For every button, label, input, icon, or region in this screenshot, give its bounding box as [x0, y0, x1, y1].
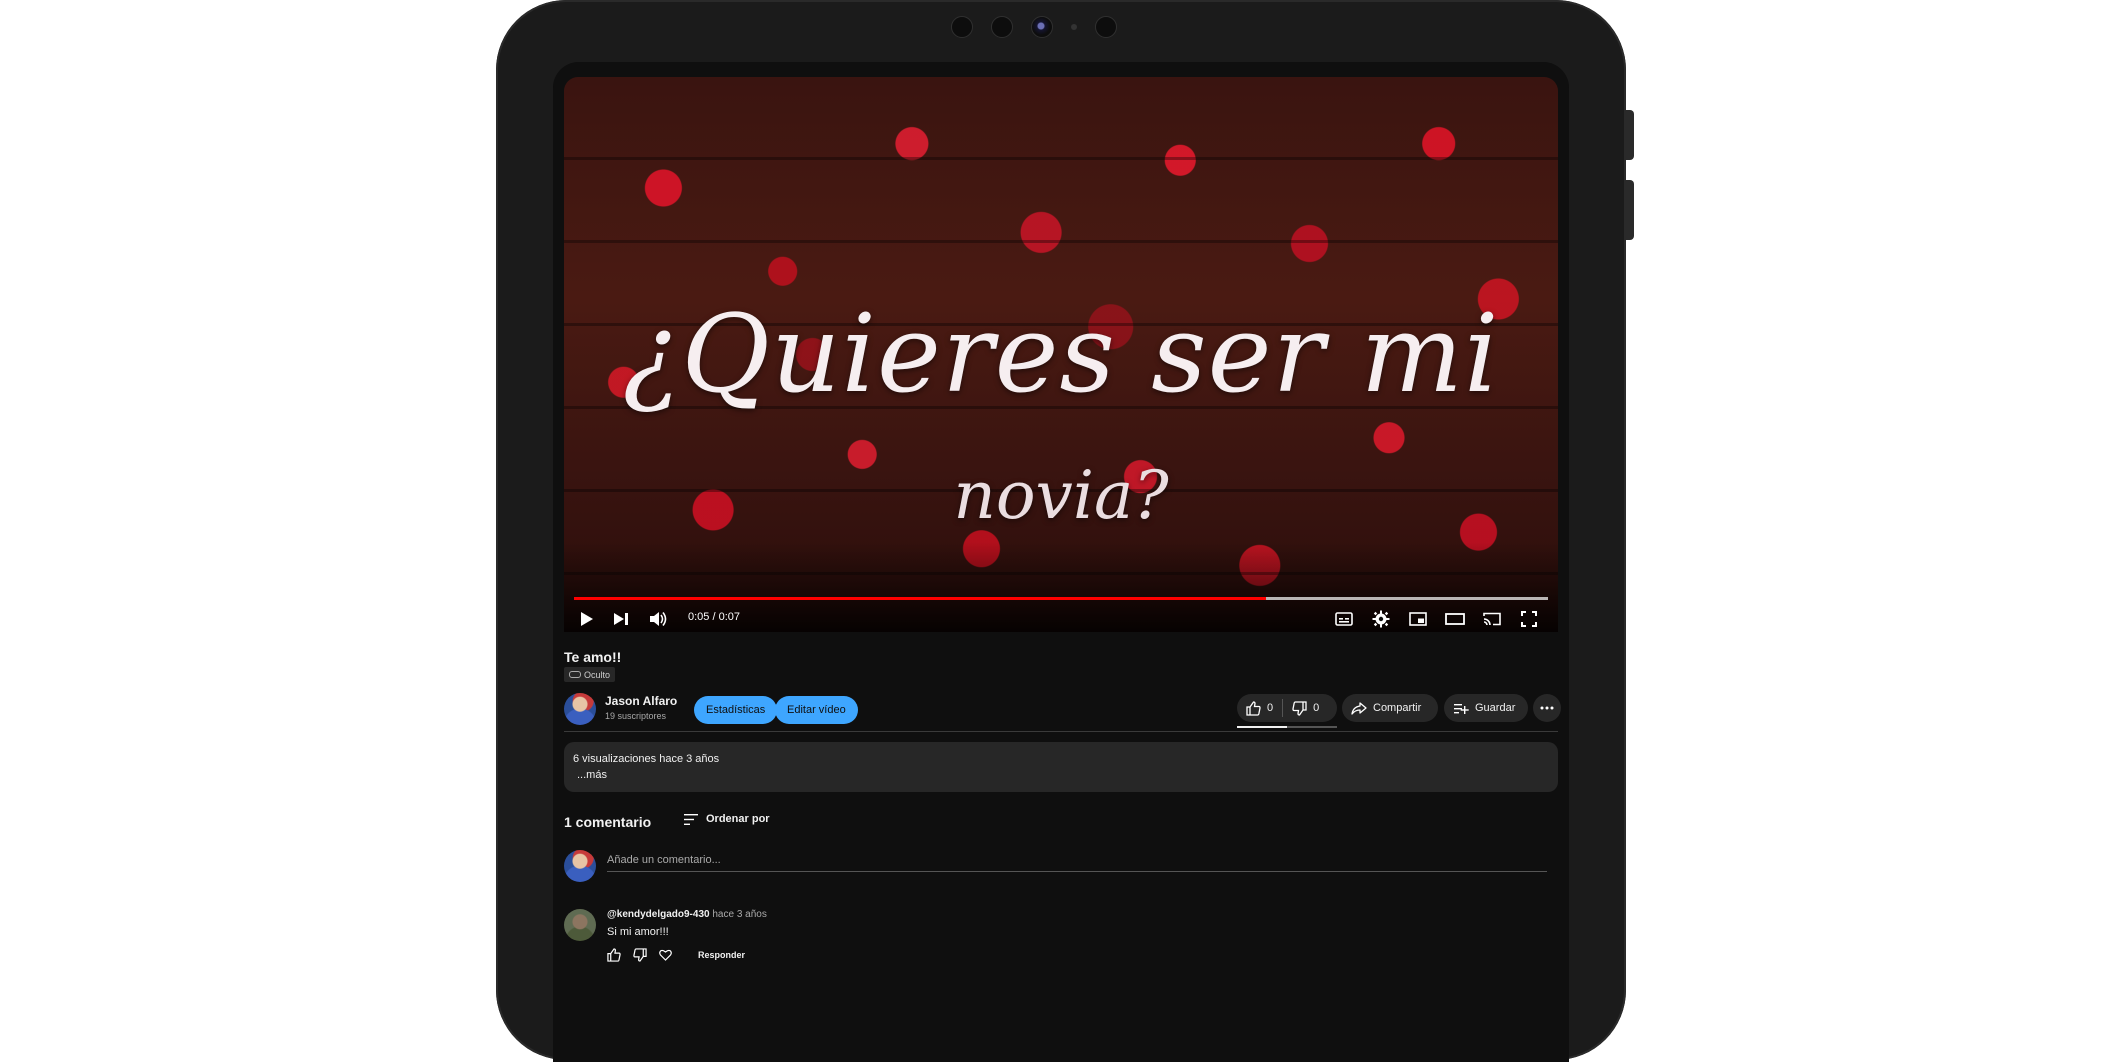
- comment-actions: Responder: [607, 948, 745, 962]
- volume-icon: [650, 612, 667, 626]
- progress-fill: [574, 597, 1266, 600]
- theater-mode-icon: [1445, 613, 1465, 625]
- fullscreen-button[interactable]: [1517, 605, 1541, 632]
- tablet-frame: ¿Quieres ser mi novia? 0:05 / 0:07 Te am…: [496, 0, 1634, 1062]
- view-count-and-date: 6 visualizaciones hace 3 años: [573, 753, 720, 765]
- camera-array: [951, 16, 1117, 38]
- section-divider: [564, 731, 1558, 732]
- link-icon: [569, 671, 581, 678]
- screen: ¿Quieres ser mi novia? 0:05 / 0:07 Te am…: [553, 62, 1569, 1062]
- play-button[interactable]: [576, 605, 598, 632]
- like-ratio-fill: [1237, 726, 1287, 728]
- cast-button[interactable]: [1480, 605, 1504, 632]
- more-actions-button[interactable]: [1533, 694, 1561, 722]
- sensor-dot-icon: [1071, 24, 1077, 30]
- save-label: Guardar: [1475, 702, 1516, 714]
- channel-name[interactable]: Jason Alfaro: [605, 694, 677, 708]
- time-display: 0:05 / 0:07: [688, 611, 740, 623]
- cast-icon: [1483, 612, 1501, 626]
- heart-icon[interactable]: [659, 949, 672, 961]
- front-camera-icon: [1031, 16, 1053, 38]
- comment-input[interactable]: Añade un comentario...: [607, 852, 1547, 872]
- skip-next-icon: [614, 613, 628, 625]
- play-icon: [581, 612, 593, 626]
- comment-text: Si mi amor!!!: [607, 926, 669, 938]
- visibility-label: Oculto: [584, 669, 611, 680]
- theater-mode-button[interactable]: [1443, 605, 1467, 632]
- share-label: Compartir: [1373, 702, 1422, 714]
- comment-time[interactable]: hace 3 años: [712, 909, 767, 920]
- video-overlay-line-1: ¿Quieres ser mi: [622, 292, 1500, 417]
- channel-avatar[interactable]: [564, 693, 596, 725]
- thumbs-up-icon: [1246, 700, 1261, 716]
- like-button[interactable]: 0: [1237, 694, 1282, 722]
- youtube-watch-page: ¿Quieres ser mi novia? 0:05 / 0:07 Te am…: [553, 62, 1569, 1062]
- comment-author[interactable]: @kendydelgado9-430: [607, 909, 710, 920]
- video-overlay-line-2: novia?: [953, 457, 1169, 534]
- edit-video-button[interactable]: Editar vídeo: [775, 696, 858, 724]
- like-count: 0: [1267, 702, 1274, 714]
- stats-button[interactable]: Estadísticas: [694, 696, 778, 724]
- share-button[interactable]: Compartir: [1342, 694, 1438, 722]
- comment-header: @kendydelgado9-430 hace 3 años: [607, 909, 767, 920]
- player-controls: 0:05 / 0:07: [564, 605, 1558, 632]
- settings-button[interactable]: [1369, 605, 1393, 632]
- gear-icon: [1372, 610, 1390, 628]
- sort-comments-button[interactable]: Ordenar por: [684, 813, 770, 825]
- fullscreen-icon: [1521, 611, 1537, 627]
- subtitles-icon: [1335, 612, 1353, 626]
- comment-count: 1 comentario: [564, 814, 652, 830]
- like-ratio-bar: [1237, 726, 1337, 728]
- visibility-badge: Oculto: [564, 667, 616, 682]
- thumbs-down-icon[interactable]: [633, 948, 647, 962]
- sort-icon: [684, 813, 698, 825]
- video-player[interactable]: ¿Quieres ser mi novia? 0:05 / 0:07: [564, 77, 1558, 632]
- description-more-link[interactable]: ...más: [577, 769, 607, 781]
- sensor-icon: [951, 16, 973, 38]
- commenter-avatar[interactable]: [564, 909, 596, 941]
- thumbs-up-icon[interactable]: [607, 948, 621, 962]
- description-box[interactable]: 6 visualizaciones hace 3 años ...más: [564, 742, 1558, 792]
- video-title: Te amo!!: [564, 649, 622, 665]
- like-dislike-group: 0 0: [1237, 694, 1337, 722]
- reply-button[interactable]: Responder: [698, 950, 745, 960]
- dislike-button[interactable]: 0: [1283, 694, 1328, 722]
- progress-bar[interactable]: [574, 597, 1548, 600]
- save-button[interactable]: Guardar: [1444, 694, 1528, 722]
- next-button[interactable]: [610, 605, 632, 632]
- dislike-count: 0: [1313, 702, 1320, 714]
- volume-down-hardware-button: [1626, 180, 1634, 240]
- sensor-icon: [991, 16, 1013, 38]
- miniplayer-button[interactable]: [1406, 605, 1430, 632]
- buffer-bar: [1265, 597, 1548, 600]
- miniplayer-icon: [1409, 612, 1427, 626]
- mute-button[interactable]: [646, 605, 670, 632]
- share-icon: [1351, 701, 1367, 715]
- volume-up-hardware-button: [1626, 110, 1634, 160]
- more-horizontal-icon: [1540, 706, 1554, 710]
- subscriber-count: 19 suscriptores: [605, 711, 667, 721]
- playlist-add-icon: [1454, 703, 1469, 714]
- current-user-avatar: [564, 850, 596, 882]
- sensor-icon: [1095, 16, 1117, 38]
- subtitles-button[interactable]: [1332, 605, 1356, 632]
- sort-label: Ordenar por: [706, 813, 770, 825]
- thumbs-down-icon: [1292, 700, 1307, 716]
